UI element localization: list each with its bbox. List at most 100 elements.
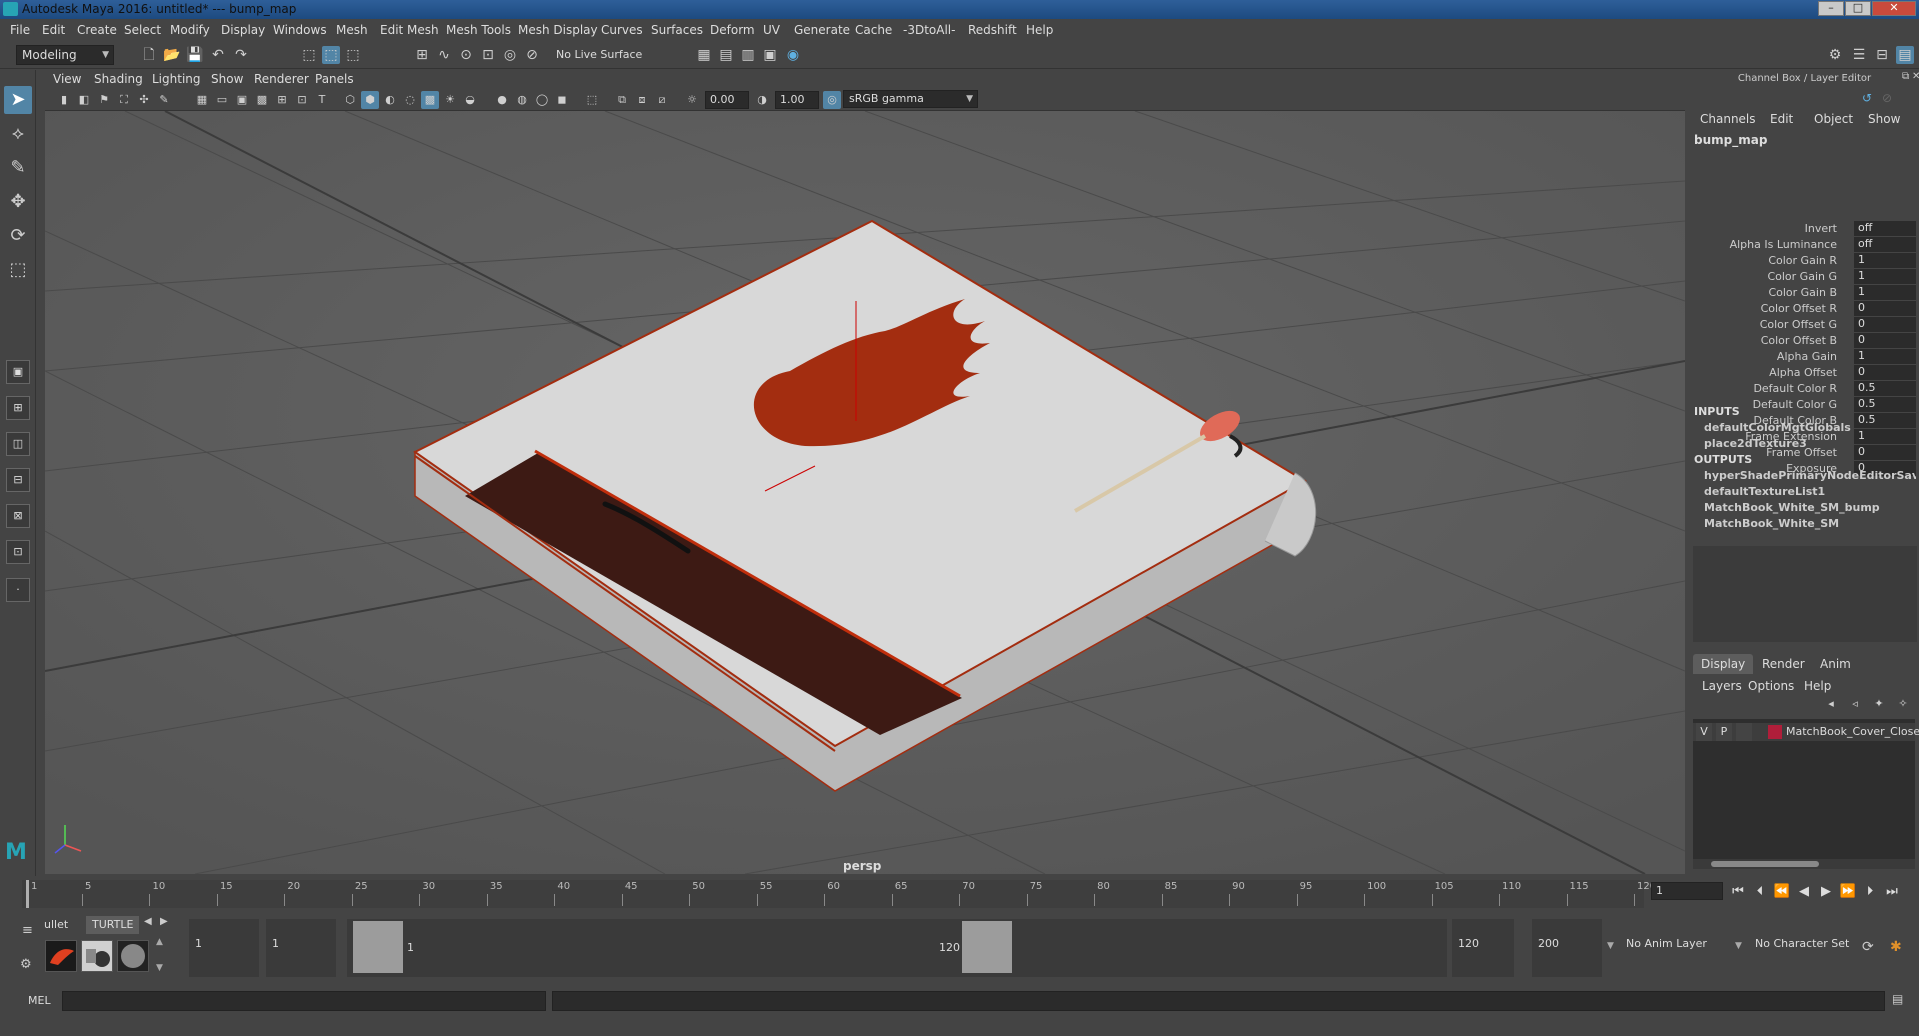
attribute-name[interactable]: Color Offset G — [1760, 318, 1837, 331]
go-to-start-icon[interactable]: ⏮ — [1728, 883, 1748, 901]
menu-file[interactable]: File — [10, 23, 30, 37]
new-layer-icon[interactable]: ✦ — [1870, 695, 1888, 713]
playback-start-field[interactable]: 1 — [266, 919, 336, 977]
gamma-icon[interactable]: ◑ — [753, 91, 771, 109]
image-plane-icon[interactable]: ⛶ — [115, 91, 133, 109]
attribute-value-field[interactable]: off — [1854, 221, 1916, 236]
shelf-tab-turtle[interactable]: TURTLE — [86, 916, 140, 934]
vp-menu-show[interactable]: Show — [211, 72, 243, 86]
le-menu-layers[interactable]: Layers — [1702, 679, 1742, 693]
tab-anim[interactable]: Anim — [1812, 654, 1859, 674]
output-node[interactable]: defaultTextureList1 — [1704, 485, 1916, 498]
current-frame-field[interactable]: 1 — [1651, 882, 1723, 900]
menu-curves[interactable]: Curves — [601, 23, 643, 37]
animation-end-field[interactable]: 200 — [1532, 919, 1602, 977]
shelf-up-icon[interactable]: ▲ — [156, 937, 163, 947]
single-perspective-layout-icon[interactable]: ▣ — [6, 360, 30, 384]
menu-display[interactable]: Display — [221, 23, 265, 37]
lasso-tool-icon[interactable]: ⟡ — [4, 120, 32, 148]
script-editor-icon[interactable]: ▤ — [1892, 992, 1903, 1006]
four-view-layout-icon[interactable]: ⊞ — [6, 396, 30, 420]
attribute-value-field[interactable]: off — [1854, 237, 1916, 252]
attribute-row[interactable]: Color Offset B 0 — [1690, 333, 1919, 349]
tool-settings-icon[interactable]: ⊟ — [1873, 46, 1891, 64]
safe-action-icon[interactable]: ⊡ — [293, 91, 311, 109]
shelf-scroll-left-icon[interactable]: ◀ — [144, 916, 152, 927]
menu-set-dropdown[interactable]: Modeling ▼ — [16, 45, 114, 65]
xray-active-icon[interactable]: ⧈ — [633, 91, 651, 109]
attribute-value-field[interactable]: 1 — [1854, 253, 1916, 268]
layer-color-swatch[interactable] — [1768, 725, 1782, 739]
animation-start-field[interactable]: 1 — [189, 919, 259, 977]
new-layer-selected-icon[interactable]: ✧ — [1894, 695, 1912, 713]
attribute-value-field[interactable]: 0 — [1854, 317, 1916, 332]
select-hierarchy-icon[interactable]: ⬚ — [300, 46, 318, 64]
menu-select[interactable]: Select — [124, 23, 161, 37]
attribute-row[interactable]: Color Offset G 0 — [1690, 317, 1919, 333]
menu-deform[interactable]: Deform — [710, 23, 755, 37]
cb-menu-show[interactable]: Show — [1868, 112, 1900, 126]
save-scene-icon[interactable]: 💾 — [186, 46, 204, 64]
anim-layer-dropdown[interactable]: No Anim Layer — [1620, 919, 1740, 977]
animation-preferences-icon[interactable]: ✱ — [1890, 939, 1902, 955]
shelf-scroll-right-icon[interactable]: ▶ — [160, 916, 168, 927]
menu-create[interactable]: Create — [77, 23, 117, 37]
snap-surface-icon[interactable]: ◎ — [501, 46, 519, 64]
select-object-icon[interactable]: ⬚ — [322, 46, 340, 64]
attribute-name[interactable]: Alpha Offset — [1769, 366, 1837, 379]
anti-aliasing-icon[interactable]: ◯ — [533, 91, 551, 109]
attribute-name[interactable]: Color Gain B — [1768, 286, 1837, 299]
exposure-icon[interactable]: ☼ — [683, 91, 701, 109]
scroll-thumb[interactable] — [1711, 861, 1819, 867]
step-back-key-icon[interactable]: ⏴ — [1750, 883, 1770, 901]
xray-icon[interactable]: ◌ — [401, 91, 419, 109]
shelf-settings-icon[interactable]: ⚙ — [20, 957, 32, 972]
redo-icon[interactable]: ↷ — [232, 46, 250, 64]
tab-display[interactable]: Display — [1693, 654, 1754, 674]
viewport-panel[interactable]: View Shading Lighting Show Renderer Pane… — [45, 69, 1685, 874]
character-set-dropdown[interactable]: No Character Set — [1749, 919, 1869, 977]
mel-language-label[interactable]: MEL — [28, 994, 51, 1007]
attribute-name[interactable]: Default Color G — [1753, 398, 1837, 411]
output-node[interactable]: MatchBook_White_SM_bump — [1704, 501, 1916, 514]
step-back-frame-icon[interactable]: ⏪ — [1772, 883, 1792, 901]
output-node[interactable]: MatchBook_White_SM — [1704, 517, 1916, 530]
snap-grid-icon[interactable]: ⊞ — [413, 46, 431, 64]
attribute-row[interactable]: Color Gain B 1 — [1690, 285, 1919, 301]
resolution-gate-icon[interactable]: ▣ — [233, 91, 251, 109]
attribute-editor-icon[interactable]: ☰ — [1850, 46, 1868, 64]
step-forward-key-icon[interactable]: ⏵ — [1860, 883, 1880, 901]
wireframe-on-shaded-icon[interactable]: ◐ — [381, 91, 399, 109]
play-backwards-icon[interactable]: ◀ — [1794, 883, 1814, 901]
channel-lock-icon[interactable]: ⊘ — [1882, 91, 1892, 105]
layer-row[interactable]: V P MatchBook_Cover_Close — [1693, 723, 1919, 741]
menu-windows[interactable]: Windows — [273, 23, 327, 37]
turtle-bake-icon[interactable] — [81, 940, 113, 972]
shelf-down-icon[interactable]: ▼ — [156, 963, 163, 973]
menu-help[interactable]: Help — [1026, 23, 1053, 37]
hypershade-persp-layout-icon[interactable]: ⊡ — [6, 540, 30, 564]
cb-menu-channels[interactable]: Channels — [1700, 112, 1756, 126]
screen-space-ao-icon[interactable]: ● — [493, 91, 511, 109]
layer-name[interactable]: MatchBook_Cover_Close — [1786, 725, 1919, 738]
range-slider-bar[interactable]: 1 120 — [347, 919, 1447, 977]
turtle-sphere-icon[interactable] — [117, 940, 149, 972]
attribute-row[interactable]: Color Offset R 0 — [1690, 301, 1919, 317]
menu-cache[interactable]: Cache — [855, 23, 892, 37]
backface-culling-icon[interactable]: ⧄ — [653, 91, 671, 109]
time-slider-track[interactable]: 1 5 10 15 20 25 30 35 40 45 50 55 60 65 70 75 80 85 90 95 10… — [22, 880, 1656, 908]
grid-icon[interactable]: ▦ — [193, 91, 211, 109]
maximize-button[interactable]: □ — [1845, 1, 1871, 16]
attribute-row[interactable]: Color Gain G 1 — [1690, 269, 1919, 285]
attribute-value-field[interactable]: 0.5 — [1854, 381, 1916, 396]
vp-menu-lighting[interactable]: Lighting — [152, 72, 201, 86]
ipr-render-icon[interactable]: ▥ — [739, 46, 757, 64]
mel-command-input[interactable] — [62, 991, 546, 1011]
snap-view-icon[interactable]: ⊡ — [479, 46, 497, 64]
undo-icon[interactable]: ↶ — [209, 46, 227, 64]
input-node[interactable]: place2dTexture3 — [1704, 437, 1916, 450]
selected-node-name[interactable]: bump_map — [1694, 133, 1767, 147]
menu-uv[interactable]: UV — [763, 23, 780, 37]
persp-graph-layout-icon[interactable]: ⊟ — [6, 468, 30, 492]
camera-attributes-icon[interactable]: ◧ — [75, 91, 93, 109]
